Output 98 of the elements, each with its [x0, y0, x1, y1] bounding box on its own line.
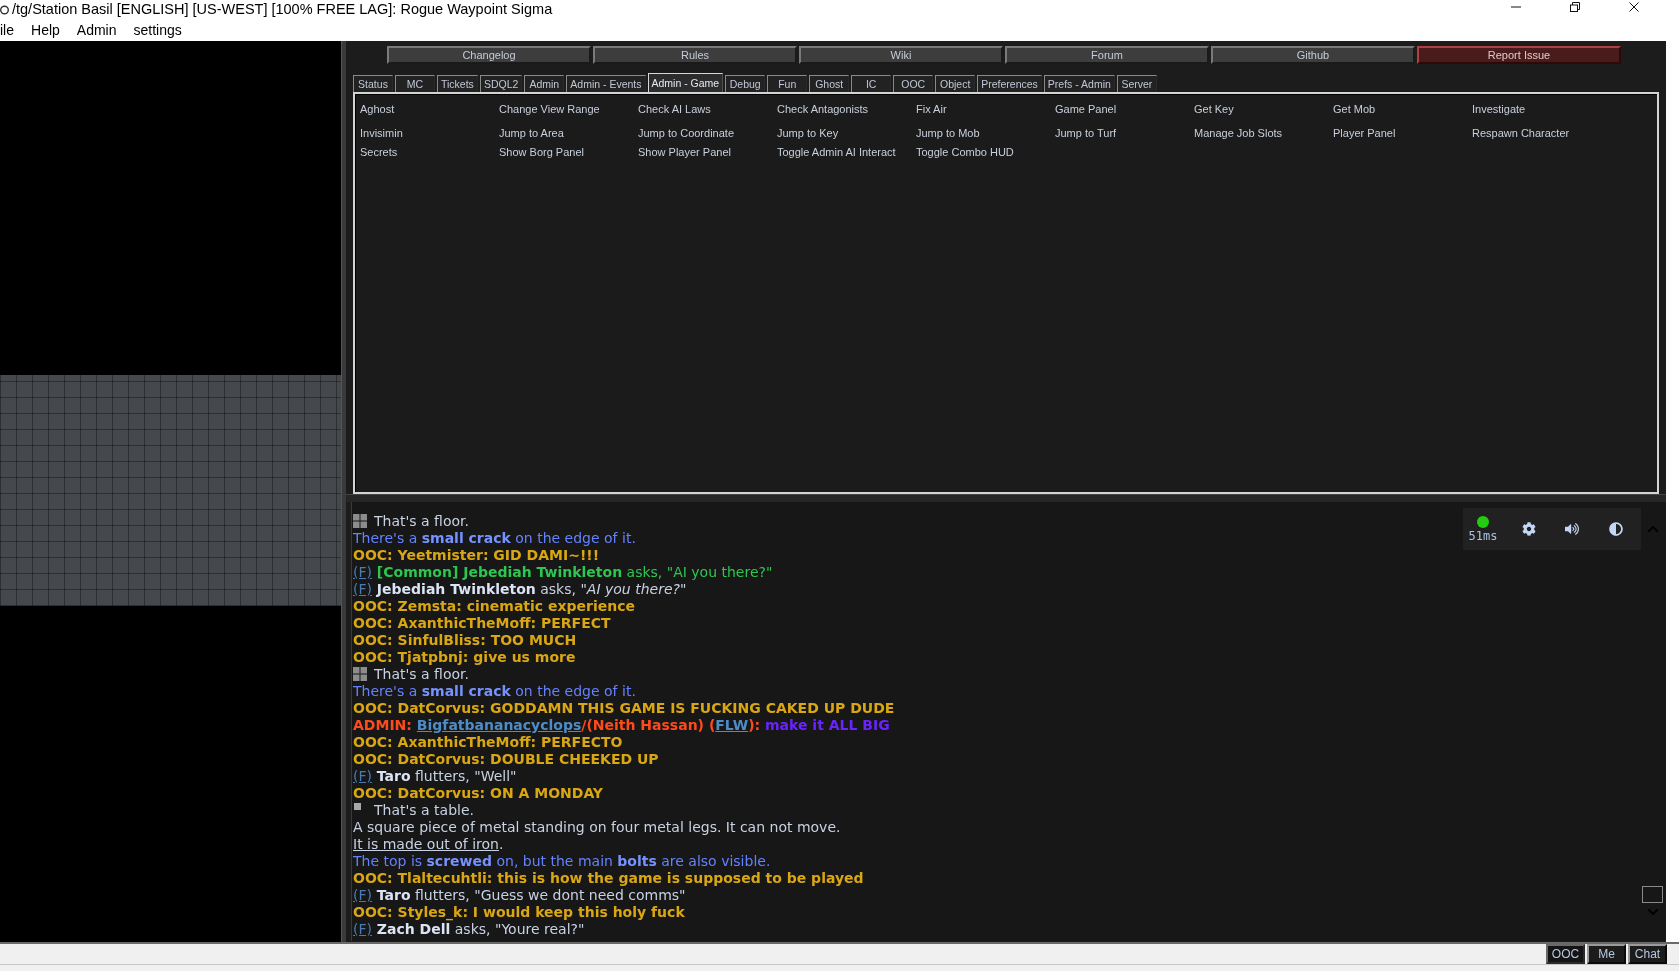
- follow-link[interactable]: (F): [353, 581, 372, 597]
- link-button[interactable]: Rules: [593, 46, 797, 64]
- panel-tab[interactable]: Fun: [767, 75, 808, 92]
- settings-icon[interactable]: [1522, 522, 1536, 536]
- player-link[interactable]: FLW: [715, 717, 749, 733]
- panel-tab[interactable]: Preferences: [977, 75, 1042, 92]
- menu-item[interactable]: Help: [27, 21, 73, 39]
- chat-message: There's a small crack on the edge of it.: [353, 530, 636, 547]
- panel-tab[interactable]: Debug: [725, 75, 766, 92]
- square-outline-icon[interactable]: [1642, 886, 1663, 903]
- chat-message: OOC: DatCorvus: GODDAMN THIS GAME IS FUCKING CAKED UP DUDE: [353, 700, 895, 717]
- chat-message: (F) [Common] Jebediah Twinkleton asks, "AI you there?": [353, 564, 773, 581]
- mode-button[interactable]: OOC: [1546, 944, 1585, 964]
- panel-tab[interactable]: Tickets: [437, 75, 478, 92]
- ping-reading: 51ms: [1468, 529, 1498, 543]
- panel-tab[interactable]: Admin - Events: [566, 75, 646, 92]
- report-issue-button[interactable]: Report Issue: [1417, 46, 1621, 64]
- panel-tab[interactable]: MC: [395, 75, 435, 92]
- follow-link[interactable]: (F): [353, 564, 372, 580]
- link-button[interactable]: Github: [1211, 46, 1415, 64]
- panel-tab[interactable]: Server: [1116, 75, 1157, 92]
- link-button[interactable]: Forum: [1005, 46, 1209, 64]
- link-button[interactable]: Wiki: [799, 46, 1003, 64]
- chat-message: There's a small crack on the edge of it.: [353, 683, 636, 700]
- speaker-icon[interactable]: [1565, 522, 1579, 536]
- verb-link[interactable]: Toggle Admin AI Interact: [777, 145, 896, 159]
- chat-message: That's a floor.: [374, 513, 469, 530]
- chat-message: OOC: Tjatpbnj: give us more: [353, 649, 576, 666]
- square-icon: [354, 803, 361, 810]
- menu-item[interactable]: Admin: [72, 21, 130, 39]
- verb-link[interactable]: Show Player Panel: [638, 145, 731, 159]
- chat-message: (F) Jebediah Twinkleton asks, "AI you there?": [353, 581, 687, 598]
- verb-link[interactable]: Manage Job Slots: [1194, 126, 1283, 140]
- window-icon: [0, 3, 9, 16]
- verb-link[interactable]: Jump to Key: [777, 126, 839, 140]
- chat-message: That's a table.: [374, 802, 475, 819]
- verb-link[interactable]: Aghost: [360, 102, 395, 116]
- verb-link[interactable]: Change View Range: [499, 102, 600, 116]
- chat-message: It is made out of iron.: [353, 836, 504, 853]
- chat-message: The top is screwed on, but the main bolts are also visible.: [353, 853, 771, 870]
- verb-link[interactable]: Game Panel: [1055, 102, 1117, 116]
- verb-link[interactable]: Toggle Combo HUD: [916, 145, 1014, 159]
- panel-tab[interactable]: Ghost: [809, 75, 850, 92]
- chat-message: OOC: DatCorvus: DOUBLE CHEEKED UP: [353, 751, 659, 768]
- verb-link[interactable]: Get Key: [1194, 102, 1234, 116]
- verb-link[interactable]: Invisimin: [360, 126, 403, 140]
- verb-link[interactable]: Player Panel: [1333, 126, 1396, 140]
- chat-message: (F) Taro flutters, "Guess we dont need comms": [353, 887, 686, 904]
- verb-link[interactable]: Respawn Character: [1472, 126, 1570, 140]
- panel-tab[interactable]: OOC: [893, 75, 934, 92]
- panel-tab[interactable]: Admin: [524, 75, 565, 92]
- chat-message: A square piece of metal standing on four metal legs. It can not move.: [353, 819, 841, 836]
- verb-link[interactable]: Secrets: [360, 145, 398, 159]
- verb-link[interactable]: Check AI Laws: [638, 102, 711, 116]
- chat-message: OOC: DatCorvus: ON A MONDAY: [353, 785, 603, 802]
- mode-button[interactable]: Chat: [1628, 944, 1667, 964]
- menu-item[interactable]: ile: [0, 21, 27, 39]
- mode-button[interactable]: Me: [1587, 944, 1626, 964]
- verb-link[interactable]: Get Mob: [1333, 102, 1376, 116]
- chat-message: That's a floor.: [374, 666, 469, 683]
- panel-tab[interactable]: Admin - Game: [647, 73, 724, 92]
- window-title: /tg/Station Basil [ENGLISH] [US-WEST] [100% FREE LAG]: Rogue Waypoint Sigma: [12, 1, 553, 18]
- chat-message: (F) Taro flutters, "Well": [353, 768, 517, 785]
- menu-item[interactable]: settings: [129, 21, 195, 39]
- examine-link[interactable]: It is made out of iron: [353, 836, 499, 852]
- verb-link[interactable]: Jump to Turf: [1055, 126, 1117, 140]
- follow-link[interactable]: (F): [353, 768, 372, 784]
- verb-link[interactable]: Show Borg Panel: [499, 145, 584, 159]
- chat-message: OOC: Zemsta: cinematic experience: [353, 598, 635, 615]
- chat-message: OOC: Styles_k: I would keep this holy fuck: [353, 904, 685, 921]
- panel-tab[interactable]: Object: [935, 75, 976, 92]
- link-button[interactable]: Changelog: [387, 46, 591, 64]
- panel-tab[interactable]: Status: [353, 75, 393, 92]
- follow-link[interactable]: (F): [353, 921, 372, 937]
- chat-message: OOC: Yeetmister: GID DAMI~!!!: [353, 547, 600, 564]
- player-link[interactable]: Bigfatbananacyclops: [416, 717, 582, 733]
- verb-link[interactable]: Jump to Mob: [916, 126, 980, 140]
- close-icon[interactable]: [1628, 2, 1640, 12]
- chat-message: OOC: SinfulBliss: TOO MUCH: [353, 632, 577, 649]
- chat-message: OOC: Tlaltecuhtli: this is how the game is supposed to be played: [353, 870, 864, 887]
- tile-grid-icon: [353, 667, 367, 681]
- chat-message: OOC: AxanthicTheMoff: PERFECTO: [353, 734, 623, 751]
- verb-link[interactable]: Fix Air: [916, 102, 947, 116]
- status-dot-icon: [1477, 515, 1489, 528]
- panel-tab[interactable]: Prefs - Admin: [1043, 75, 1115, 92]
- verb-link[interactable]: Check Antagonists: [777, 102, 869, 116]
- verb-link[interactable]: Jump to Coordinate: [638, 126, 734, 140]
- restore-icon[interactable]: [1569, 2, 1581, 12]
- chat-message: (F) Zach Dell asks, "Youre real?": [353, 921, 585, 938]
- verb-link[interactable]: Jump to Area: [499, 126, 564, 140]
- chat-message: OOC: AxanthicTheMoff: PERFECT: [353, 615, 611, 632]
- contrast-icon[interactable]: [1609, 522, 1623, 536]
- panel-tab[interactable]: SDQL2: [479, 75, 523, 92]
- follow-link[interactable]: (F): [353, 887, 372, 903]
- verb-link[interactable]: Investigate: [1472, 102, 1526, 116]
- tile-grid-icon: [353, 514, 367, 528]
- panel-tab[interactable]: IC: [851, 75, 892, 92]
- chat-message: ADMIN: Bigfatbananacyclops/(Neith Hassan) (FLW): make it ALL BIG: [353, 717, 890, 734]
